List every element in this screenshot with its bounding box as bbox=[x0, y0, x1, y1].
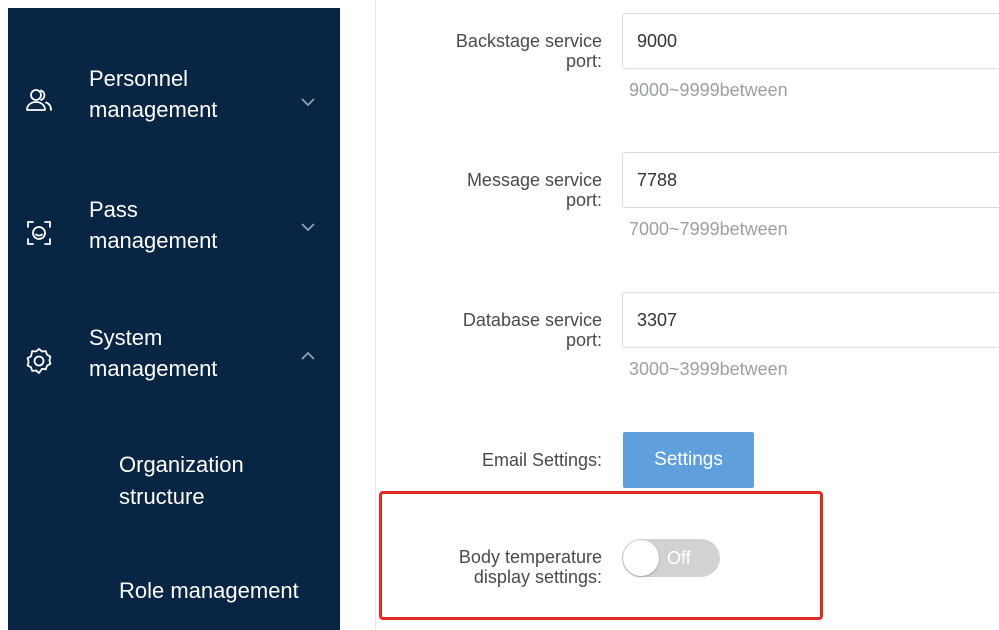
toggle-state-text: Off bbox=[667, 548, 691, 568]
sidebar-subitem-organization-structure[interactable]: Organization structure bbox=[119, 449, 339, 513]
body-temperature-toggle[interactable]: Off bbox=[622, 539, 720, 577]
backstage-port-input[interactable] bbox=[622, 13, 999, 69]
chevron-down-icon bbox=[298, 95, 318, 109]
divider bbox=[375, 0, 376, 630]
message-port-hint: 7000~7999between bbox=[629, 219, 788, 239]
message-port-label: Message service port: bbox=[466, 170, 602, 210]
database-port-label: Database service port: bbox=[462, 310, 602, 350]
email-settings-label: Email Settings: bbox=[481, 450, 602, 470]
message-port-input[interactable] bbox=[622, 152, 999, 208]
sidebar-item-label: Pass management bbox=[89, 197, 218, 253]
sidebar-item-personnel-management[interactable]: Personnel management bbox=[8, 63, 340, 153]
gear-icon bbox=[24, 346, 54, 376]
sidebar: Personnel management Pass management Sys… bbox=[8, 8, 340, 630]
database-port-input[interactable] bbox=[622, 292, 999, 348]
sidebar-item-pass-management[interactable]: Pass management bbox=[8, 194, 340, 284]
sidebar-subitem-role-management[interactable]: Role management bbox=[119, 575, 339, 607]
database-port-hint: 3000~3999between bbox=[629, 359, 788, 379]
toggle-knob bbox=[623, 540, 659, 576]
face-scan-icon bbox=[24, 218, 54, 248]
backstage-port-label: Backstage service port: bbox=[455, 31, 602, 71]
chevron-up-icon bbox=[298, 349, 318, 363]
users-icon bbox=[24, 85, 54, 115]
body-temperature-label: Body temperature display settings: bbox=[458, 547, 602, 587]
sidebar-item-label: System management bbox=[89, 325, 218, 381]
email-settings-button[interactable]: Settings bbox=[623, 432, 754, 488]
content-gutter bbox=[340, 0, 376, 630]
sidebar-item-system-management[interactable]: System management bbox=[8, 322, 340, 412]
backstage-port-hint: 9000~9999between bbox=[629, 80, 788, 100]
sidebar-item-label: Personnel management bbox=[89, 66, 218, 122]
chevron-down-icon bbox=[298, 220, 318, 234]
